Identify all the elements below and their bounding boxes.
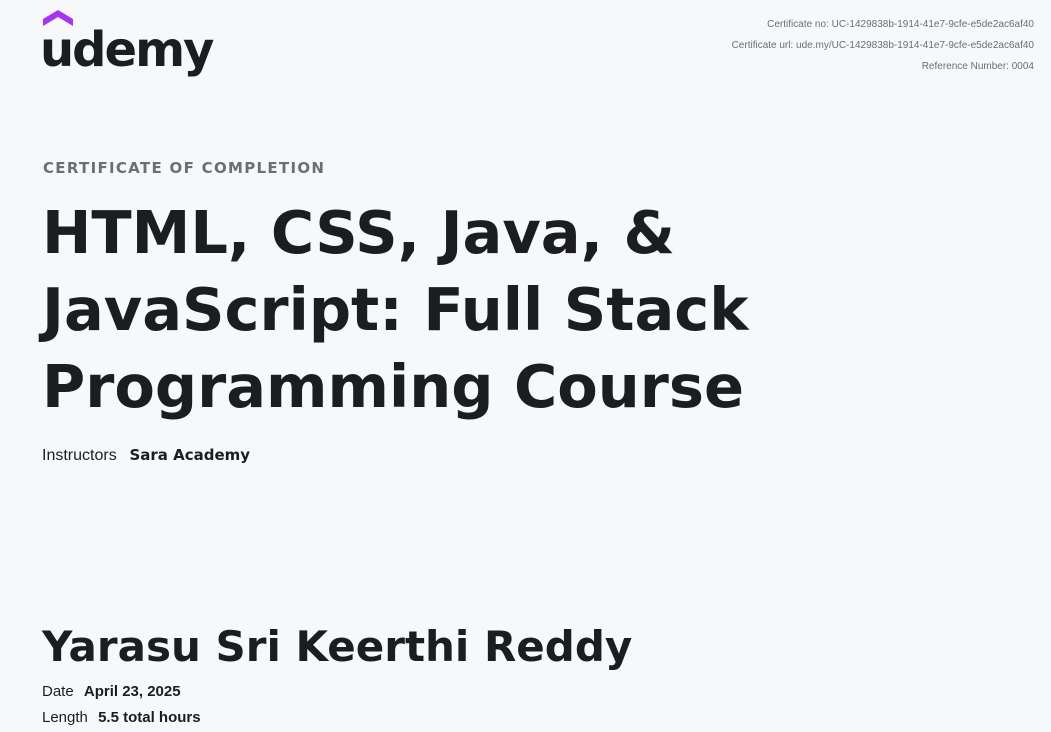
brand-wordmark: udemy bbox=[40, 22, 214, 78]
certificate-meta: Certificate no: UC-1429838b-1914-41e7-9c… bbox=[732, 14, 1034, 77]
instructors-value: Sara Academy bbox=[129, 446, 251, 464]
length-label: Length bbox=[42, 709, 88, 726]
reference-number: Reference Number: 0004 bbox=[921, 61, 1034, 72]
certificate-number: Certificate no: UC-1429838b-1914-41e7-9c… bbox=[767, 19, 1034, 30]
course-title: HTML, CSS, Java, & JavaScript: Full Stac… bbox=[42, 198, 749, 421]
instructors-row: Instructors Sara Academy bbox=[42, 446, 250, 465]
certificate-url: Certificate url: ude.my/UC-1429838b-1914… bbox=[731, 40, 1034, 51]
date-row: Date April 23, 2025 bbox=[42, 683, 181, 700]
length-value: 5.5 total hours bbox=[98, 709, 201, 726]
date-value: April 23, 2025 bbox=[83, 683, 181, 700]
udemy-logo: udemy bbox=[40, 10, 230, 82]
instructors-label: Instructors bbox=[42, 447, 117, 464]
length-row: Length 5.5 total hours bbox=[42, 709, 201, 726]
certificate-label: CERTIFICATE OF COMPLETION bbox=[43, 159, 326, 177]
recipient-name: Yarasu Sri Keerthi Reddy bbox=[42, 622, 633, 671]
date-label: Date bbox=[42, 683, 74, 700]
